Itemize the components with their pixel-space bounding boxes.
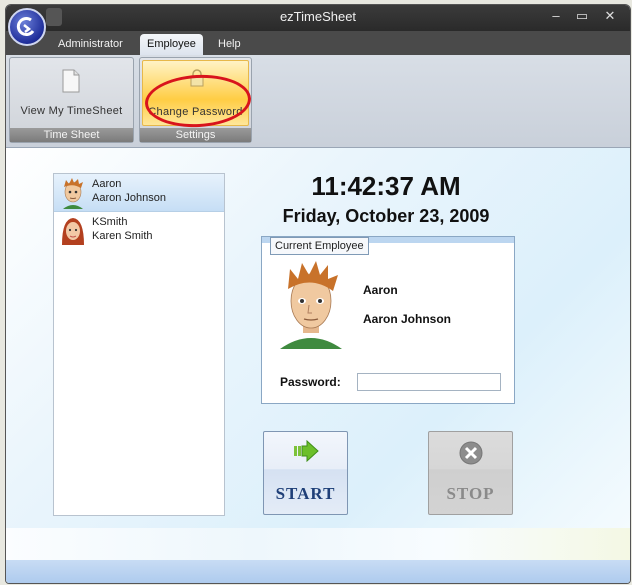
tab-help[interactable]: Help <box>211 34 248 55</box>
password-label: Password: <box>280 375 341 389</box>
app-window: ezTimeSheet – ▭ ✕ Administrator Employee… <box>5 4 631 584</box>
employee-full-name: Karen Smith <box>92 230 153 242</box>
employee-list-item[interactable]: Aaron Aaron Johnson <box>54 174 224 212</box>
employee-list[interactable]: Aaron Aaron Johnson KSmith Karen Smith <box>53 173 225 516</box>
male-avatar-icon <box>63 178 83 209</box>
window-title: ezTimeSheet <box>279 9 357 24</box>
start-label: START <box>275 484 336 503</box>
clock-time: 11:42:37 AM <box>311 171 461 201</box>
minimize-button[interactable]: – <box>547 8 565 23</box>
ribbon-group-label: Time Sheet <box>10 128 133 142</box>
menu-bar: Administrator Employee Help <box>6 31 630 55</box>
employee-full-name: Aaron Johnson <box>92 192 166 204</box>
clock-date: Friday, October 23, 2009 <box>282 206 490 226</box>
close-button[interactable]: ✕ <box>601 8 619 24</box>
app-logo-icon <box>16 17 35 36</box>
maximize-button[interactable]: ▭ <box>573 8 591 24</box>
stop-icon <box>459 441 482 465</box>
current-employee-legend: Current Employee <box>270 237 369 255</box>
status-bar <box>6 560 630 583</box>
employee-username: Aaron <box>92 178 122 190</box>
current-employee-username: Aaron <box>363 283 398 297</box>
arrow-right-icon <box>293 439 319 463</box>
employee-photo <box>280 261 342 349</box>
employee-list-item[interactable]: KSmith Karen Smith <box>54 212 224 249</box>
application-menu-button[interactable] <box>8 8 46 46</box>
employee-username: KSmith <box>92 216 128 228</box>
start-button[interactable]: START <box>263 431 348 515</box>
tab-administrator[interactable]: Administrator <box>51 34 130 55</box>
ribbon-group-label: Settings <box>140 128 251 142</box>
female-avatar-icon <box>62 218 84 245</box>
main-content: Aaron Aaron Johnson KSmith Karen Smith 1… <box>6 148 630 528</box>
view-my-timesheet-button[interactable]: View My TimeSheet <box>12 60 131 126</box>
ribbon: View My TimeSheet Time Sheet Change Pass… <box>6 55 630 148</box>
view-my-timesheet-label: View My TimeSheet <box>20 105 123 117</box>
current-employee-panel: Current Employee Aaron Aaron Johnson Pas… <box>261 236 515 404</box>
title-bar: ezTimeSheet – ▭ ✕ <box>6 5 630 31</box>
tab-employee[interactable]: Employee <box>140 34 203 55</box>
quick-access-toolbar[interactable] <box>46 8 62 26</box>
password-input[interactable] <box>357 373 501 391</box>
stop-label: STOP <box>446 484 495 503</box>
current-employee-full-name: Aaron Johnson <box>363 312 452 326</box>
stop-button[interactable]: STOP <box>428 431 513 515</box>
document-icon <box>62 69 80 93</box>
ribbon-group-time-sheet: View My TimeSheet Time Sheet <box>9 57 134 143</box>
